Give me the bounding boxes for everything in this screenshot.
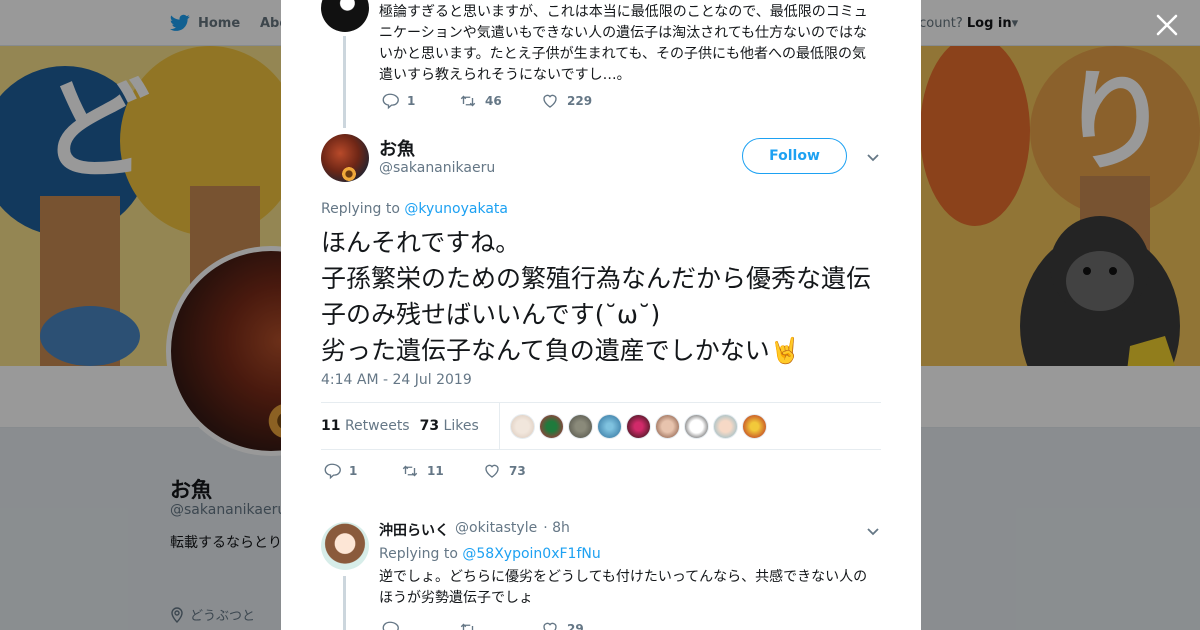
tweet-author-avatar[interactable] xyxy=(321,134,369,182)
replying-to: Replying to @kyunoyakata xyxy=(321,201,508,217)
liker-avatar[interactable] xyxy=(741,413,767,439)
liker-avatar[interactable] xyxy=(567,413,593,439)
liker-avatar[interactable] xyxy=(596,413,622,439)
liker-avatar[interactable] xyxy=(712,413,738,439)
reply-author-name[interactable]: 沖田らいく xyxy=(379,520,449,540)
reply-count: 1 xyxy=(407,94,416,108)
retweet-button[interactable]: 11 xyxy=(401,462,483,480)
reply-button[interactable] xyxy=(381,620,459,630)
tweet-text: ほんそれですね。 子孫繁栄のための繁殖行為なんだから優秀な遺伝子のみ残せばいいん… xyxy=(321,228,872,365)
replying-to-link[interactable]: @kyunoyakata xyxy=(404,201,508,217)
reply-text: 逆でしょ。どちらに優劣をどうしても付けたいってんなら、共感できない人のほうが劣勢… xyxy=(379,569,868,606)
likes-stat-label: Likes xyxy=(443,418,479,434)
tweet-modal: 極論すぎると思いますが、これは本当に最低限のことなので、最低限のコミュニケーショ… xyxy=(281,0,921,630)
like-button[interactable]: 29 xyxy=(541,620,584,630)
chevron-down-icon[interactable] xyxy=(865,523,881,539)
like-count: 229 xyxy=(567,94,593,108)
like-button[interactable]: 229 xyxy=(541,92,592,110)
retweets-stat[interactable]: 11 Retweets xyxy=(321,418,410,434)
liker-avatar[interactable] xyxy=(654,413,680,439)
tweet-author-handle[interactable]: @sakananikaeru xyxy=(379,160,495,176)
reply-icon xyxy=(324,463,341,480)
retweet-icon xyxy=(460,623,474,630)
tweet-actions: 1 11 73 xyxy=(323,462,526,480)
reply-replying-prefix: Replying to xyxy=(379,546,458,562)
reply-count: 1 xyxy=(349,464,358,478)
like-button[interactable]: 73 xyxy=(483,462,526,480)
liker-avatar[interactable] xyxy=(625,413,651,439)
likes-stat-count: 73 xyxy=(419,418,440,434)
previous-tweet-avatar[interactable] xyxy=(321,0,369,32)
previous-tweet-text: 極論すぎると思いますが、これは本当に最低限のことなので、最低限のコミュニケーショ… xyxy=(379,4,868,83)
thread-line xyxy=(343,576,346,630)
reply-time[interactable]: · 8h xyxy=(543,520,570,540)
liker-avatar[interactable] xyxy=(683,413,709,439)
tweet-timestamp[interactable]: 4:14 AM - 24 Jul 2019 xyxy=(321,372,472,388)
liker-avatar[interactable] xyxy=(509,413,535,439)
retweet-icon xyxy=(460,95,476,107)
retweet-count: 11 xyxy=(427,464,444,478)
heart-icon xyxy=(485,464,499,478)
retweets-stat-count: 11 xyxy=(321,418,341,434)
retweet-button[interactable]: 46 xyxy=(459,92,541,110)
chevron-down-icon[interactable] xyxy=(865,149,881,165)
replying-prefix: Replying to xyxy=(321,201,400,217)
follow-button[interactable]: Follow xyxy=(742,138,847,174)
reply-replying-to: Replying to @58Xypoin0xF1fNu xyxy=(379,546,601,562)
reply-actions: 29 xyxy=(381,620,584,630)
liker-avatar[interactable] xyxy=(538,413,564,439)
reply-replying-to-link[interactable]: @58Xypoin0xF1fNu xyxy=(462,546,600,562)
like-count: 73 xyxy=(509,464,526,478)
thread-line xyxy=(343,36,346,128)
like-count: 29 xyxy=(567,622,584,630)
retweets-stat-label: Retweets xyxy=(344,418,410,434)
reply-author-handle[interactable]: @okitastyle xyxy=(455,520,537,540)
reply-author-avatar[interactable] xyxy=(321,522,369,570)
reply-button[interactable]: 1 xyxy=(323,462,401,480)
liker-avatars xyxy=(509,413,767,439)
close-icon[interactable] xyxy=(1152,10,1182,40)
likes-stat[interactable]: 73 Likes xyxy=(420,418,479,434)
retweet-button[interactable] xyxy=(459,620,541,630)
reply-header: 沖田らいく @okitastyle · 8h xyxy=(379,520,570,540)
tweet-stats: 11 Retweets 73 Likes xyxy=(321,402,881,450)
heart-icon xyxy=(543,622,557,630)
retweet-icon xyxy=(402,465,418,477)
reply-button[interactable]: 1 xyxy=(381,92,459,110)
reply-icon xyxy=(382,621,399,630)
previous-tweet-actions: 1 46 229 xyxy=(381,92,592,110)
retweet-count: 46 xyxy=(485,94,502,108)
heart-icon xyxy=(543,94,557,108)
tweet-author-name[interactable]: お魚 xyxy=(379,135,415,161)
reply-icon xyxy=(382,93,399,110)
